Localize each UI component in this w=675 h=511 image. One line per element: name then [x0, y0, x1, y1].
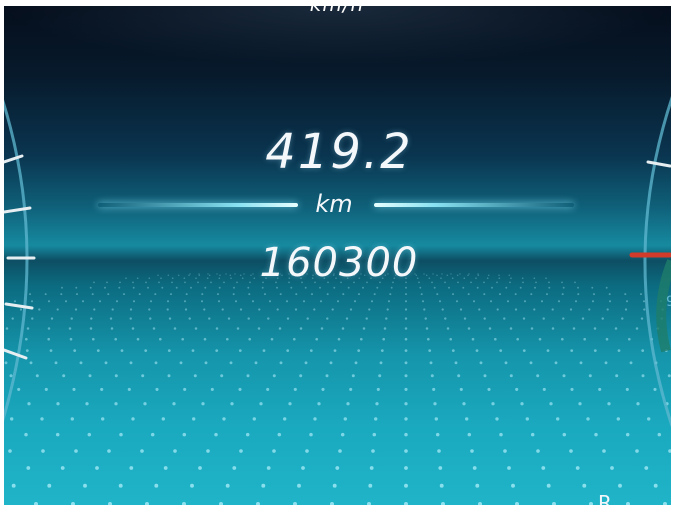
right-glow-divider — [374, 203, 574, 207]
trip-distance-value: 419.2 — [265, 124, 413, 180]
instrument-cluster-display: km/h 9 419.2 km 160300 R — [4, 6, 671, 505]
distance-unit-label: km — [315, 190, 353, 218]
right-gauge-ticks — [646, 160, 671, 168]
right-gauge-tick — [646, 160, 671, 168]
corner-indicator-letter: R — [598, 491, 612, 505]
odometer-value: 160300 — [259, 240, 419, 286]
left-glow-divider — [98, 203, 298, 207]
right-gauge-partial-digit: 9 — [666, 294, 671, 310]
